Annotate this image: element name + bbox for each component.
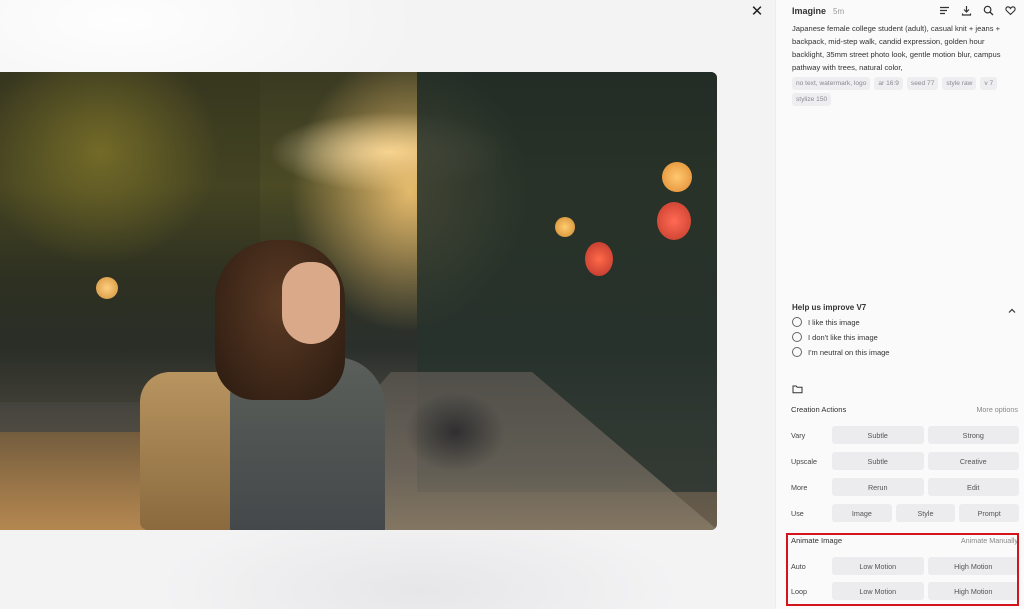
vary-subtle-button[interactable]: Subtle	[832, 426, 924, 444]
action-row-label: More	[791, 482, 808, 492]
action-row-vary: Vary Subtle Strong	[791, 426, 1019, 444]
action-row-upscale: Upscale Subtle Creative	[791, 452, 1019, 470]
close-button[interactable]: ✕	[747, 2, 767, 22]
radio-button[interactable]	[792, 332, 802, 342]
animate-image-heading: Animate Image	[791, 536, 843, 545]
radio-button[interactable]	[792, 317, 802, 327]
auto-high-motion-button[interactable]: High Motion	[927, 557, 1019, 575]
generated-image[interactable]	[0, 72, 717, 530]
photo-lantern	[555, 217, 575, 237]
details-panel: Imagine 5m Japanese female college stude…	[775, 0, 1024, 609]
param-tag[interactable]: ar 16:9	[874, 77, 903, 90]
animate-row-label: Auto	[791, 561, 806, 571]
menu-lines-icon[interactable]	[939, 3, 950, 15]
action-row-label: Use	[791, 508, 804, 518]
feedback-section: Help us improve V7 I like this image I d…	[792, 303, 1017, 357]
photo-lantern	[96, 277, 118, 299]
action-row-use: Use Image Style Prompt	[791, 504, 1020, 522]
photo-lantern	[657, 202, 691, 240]
animate-row-label: Loop	[791, 586, 807, 596]
use-prompt-button[interactable]: Prompt	[959, 504, 1020, 522]
photo-person-face	[282, 262, 340, 344]
feedback-option-label: I like this image	[808, 317, 860, 327]
folder-icon[interactable]	[792, 381, 803, 394]
animate-row-loop: Loop Low Motion High Motion	[791, 582, 1019, 600]
creation-actions-heading: Creation Actions	[791, 405, 847, 414]
action-row-label: Upscale	[791, 456, 817, 466]
heart-icon[interactable]	[1005, 3, 1016, 16]
use-style-button[interactable]: Style	[895, 504, 956, 522]
upscale-creative-button[interactable]: Creative	[927, 452, 1019, 470]
param-tag[interactable]: v 7	[980, 77, 998, 90]
header-toolbar	[939, 3, 1016, 16]
feedback-heading: Help us improve V7	[792, 303, 867, 312]
feedback-option-like[interactable]: I like this image	[792, 317, 1017, 327]
radio-button[interactable]	[792, 347, 802, 357]
param-tag[interactable]: no text, watermark, logo	[792, 77, 871, 90]
loop-low-motion-button[interactable]: Low Motion	[832, 582, 924, 600]
param-tag[interactable]: style raw	[942, 77, 977, 90]
photo-lantern	[662, 162, 692, 192]
prompt-text[interactable]: Japanese female college student (adult),…	[792, 22, 1007, 74]
job-type-label: Imagine	[792, 6, 827, 16]
upscale-subtle-button[interactable]: Subtle	[832, 452, 924, 470]
use-image-button[interactable]: Image	[832, 504, 892, 522]
photo-lantern	[585, 242, 613, 276]
action-row-more: More Rerun Edit	[791, 478, 1019, 496]
rerun-button[interactable]: Rerun	[832, 478, 924, 496]
chevron-up-icon[interactable]	[1007, 303, 1017, 313]
auto-low-motion-button[interactable]: Low Motion	[832, 557, 924, 575]
feedback-option-label: I don't like this image	[808, 332, 878, 342]
animate-image-header: Animate Image Animate Manually	[791, 536, 1018, 545]
parameter-tags: no text, watermark, logo ar 16:9 seed 77…	[792, 77, 1012, 106]
photo-background-people	[400, 392, 510, 472]
animate-row-auto: Auto Low Motion High Motion	[791, 557, 1019, 575]
creation-actions-header: Creation Actions More options	[791, 405, 1018, 414]
edit-button[interactable]: Edit	[927, 478, 1019, 496]
feedback-option-neutral[interactable]: I'm neutral on this image	[792, 347, 1017, 357]
param-tag[interactable]: stylize 150	[792, 93, 832, 106]
image-viewer: ✕	[0, 0, 775, 609]
loop-high-motion-button[interactable]: High Motion	[927, 582, 1019, 600]
feedback-option-dislike[interactable]: I don't like this image	[792, 332, 1017, 342]
vary-strong-button[interactable]: Strong	[927, 426, 1019, 444]
more-options-link[interactable]: More options	[976, 405, 1018, 414]
feedback-option-label: I'm neutral on this image	[808, 347, 890, 357]
panel-header: Imagine 5m	[792, 4, 844, 18]
animate-manually-link[interactable]: Animate Manually	[961, 536, 1018, 545]
param-tag[interactable]: seed 77	[906, 77, 939, 90]
search-icon[interactable]	[983, 3, 994, 16]
job-age-label: 5m	[833, 6, 845, 16]
action-row-label: Vary	[791, 430, 806, 440]
download-icon[interactable]	[961, 3, 972, 16]
